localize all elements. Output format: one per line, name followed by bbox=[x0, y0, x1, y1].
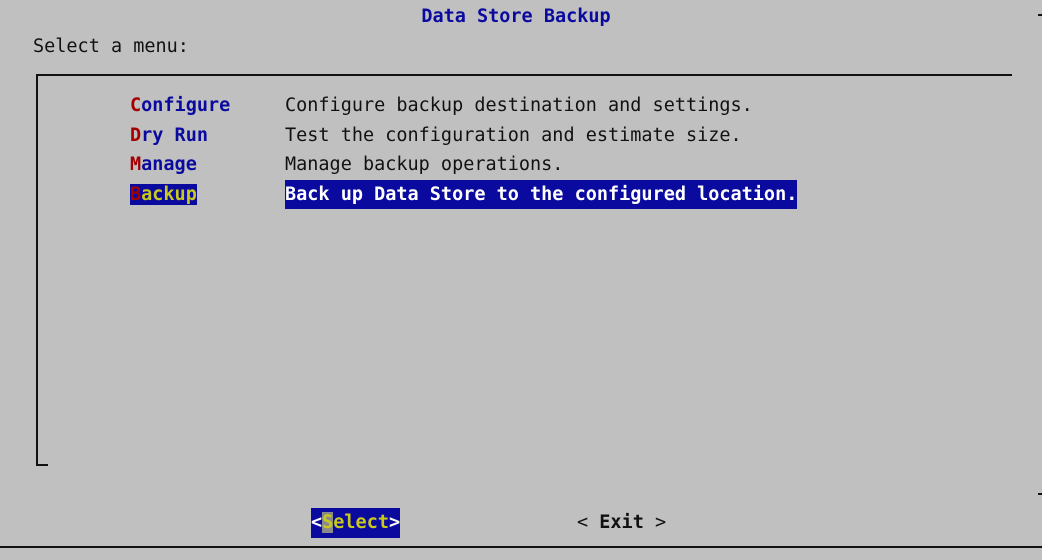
menu-item-description: Manage backup operations. bbox=[285, 154, 564, 175]
exit-button-right-bracket: > bbox=[643, 512, 667, 533]
exit-button-left-bracket: < bbox=[577, 512, 600, 533]
menu-item-tag: Backup bbox=[130, 180, 285, 210]
select-button-hotkey: S bbox=[322, 512, 334, 533]
menu-item-tag-rest: ry Run bbox=[141, 124, 208, 146]
menu-list: Configure Configure backup destination a… bbox=[130, 91, 798, 210]
button-bar: <Select> < Exit > bbox=[0, 508, 1042, 538]
menu-item-tag-highlight: Backup bbox=[130, 183, 197, 205]
frame-tick bbox=[1038, 14, 1042, 16]
exit-button-label: Exit bbox=[599, 512, 644, 533]
menu-box-top-border bbox=[36, 74, 1012, 76]
select-button[interactable]: <Select> bbox=[311, 508, 401, 538]
menu-item-hotkey: C bbox=[130, 95, 142, 116]
frame-tick bbox=[1038, 493, 1042, 495]
select-button-label: elect bbox=[333, 512, 389, 533]
menu-box-corner bbox=[36, 464, 48, 466]
menu-item-hotkey: M bbox=[130, 154, 142, 175]
backup-dialog: Data Store Backup Select a menu: Configu… bbox=[0, 0, 1042, 560]
menu-item-description: Configure backup destination and setting… bbox=[285, 95, 753, 116]
select-button-right-bracket: > bbox=[388, 512, 401, 533]
dialog-title: Data Store Backup bbox=[421, 6, 611, 27]
menu-item-tag: Dry Run bbox=[130, 121, 285, 151]
menu-item-dry-run[interactable]: Dry Run Test the configuration and estim… bbox=[130, 121, 797, 151]
menu-item-hotkey: D bbox=[130, 124, 142, 146]
menu-item-tag: Configure bbox=[130, 91, 285, 121]
menu-item-tag-rest: onfigure bbox=[141, 95, 231, 116]
menu-item-backup[interactable]: Backup Back up Data Store to the configu… bbox=[130, 179, 798, 210]
menu-item-hotkey: B bbox=[130, 183, 142, 205]
dialog-bottom-border bbox=[0, 546, 1042, 548]
menu-item-tag-rest: anage bbox=[141, 154, 197, 175]
exit-button[interactable]: < Exit > bbox=[577, 508, 666, 538]
menu-item-configure[interactable]: Configure Configure backup destination a… bbox=[130, 91, 797, 121]
menu-item-tag-rest: ackup bbox=[141, 183, 197, 205]
select-button-left-bracket: < bbox=[311, 512, 323, 533]
menu-box-left-border bbox=[36, 74, 38, 466]
menu-item-tag: Manage bbox=[130, 150, 285, 180]
menu-item-description: Back up Data Store to the configured loc… bbox=[285, 179, 798, 209]
menu-item-description: Test the configuration and estimate size… bbox=[285, 124, 742, 146]
menu-item-manage[interactable]: Manage Manage backup operations. bbox=[130, 150, 797, 180]
menu-prompt: Select a menu: bbox=[33, 36, 189, 57]
